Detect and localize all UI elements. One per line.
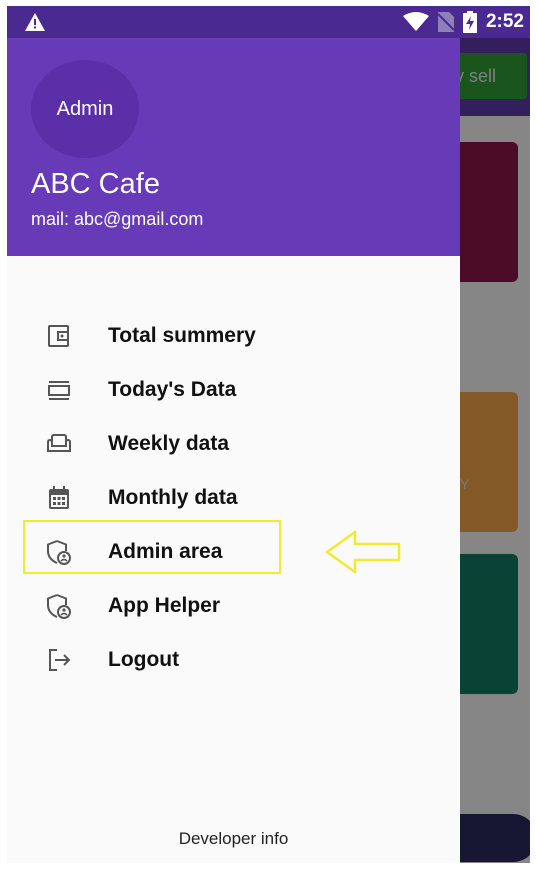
menu-item-label: Total summery <box>108 324 256 347</box>
weekend-icon <box>47 434 71 452</box>
battery-charging-icon <box>462 11 477 33</box>
menu-item-total-summery[interactable]: Total summery <box>7 311 460 361</box>
admin-area-highlight-box <box>23 520 281 574</box>
wifi-icon <box>402 12 429 31</box>
developer-info-link[interactable]: Developer info <box>7 829 460 849</box>
menu-item-app-helper[interactable]: App Helper <box>7 581 460 631</box>
navigation-drawer: Admin ABC Cafe mail: abc@gmail.com Total… <box>7 38 460 863</box>
view-day-icon <box>48 381 70 400</box>
status-icons: 2:52 <box>402 6 524 38</box>
avatar-label: Admin <box>56 97 114 120</box>
menu-item-label: Weekly data <box>108 432 230 455</box>
drawer-header: Admin ABC Cafe mail: abc@gmail.com <box>7 38 460 256</box>
admin-shield-icon <box>47 594 71 619</box>
wallet-icon <box>48 325 69 347</box>
cafe-mail: mail: abc@gmail.com <box>31 209 204 229</box>
menu-item-monthly-data[interactable]: Monthly data <box>7 473 460 523</box>
no-sim-icon <box>437 12 454 32</box>
menu-item-label: Today's Data <box>108 378 237 401</box>
menu-item-label: Monthly data <box>108 486 238 509</box>
menu-item-logout[interactable]: Logout <box>7 635 460 685</box>
cafe-name: ABC Cafe <box>31 168 160 200</box>
menu-item-weekly-data[interactable]: Weekly data <box>7 419 460 469</box>
phone-screen: y sell Y 2:52 Admin ABC Cafe mail: abc@g… <box>7 6 530 863</box>
calendar-icon <box>49 486 69 509</box>
avatar[interactable]: Admin <box>31 60 139 158</box>
status-bar: 2:52 <box>7 6 530 38</box>
logout-icon <box>49 649 71 671</box>
status-time: 2:52 <box>485 11 524 32</box>
warning-icon <box>25 13 45 31</box>
menu-item-label: Logout <box>108 648 180 671</box>
menu-item-label: App Helper <box>108 594 221 617</box>
left-arrow-annotation-icon <box>325 530 401 574</box>
menu-item-todays-data[interactable]: Today's Data <box>7 365 460 415</box>
